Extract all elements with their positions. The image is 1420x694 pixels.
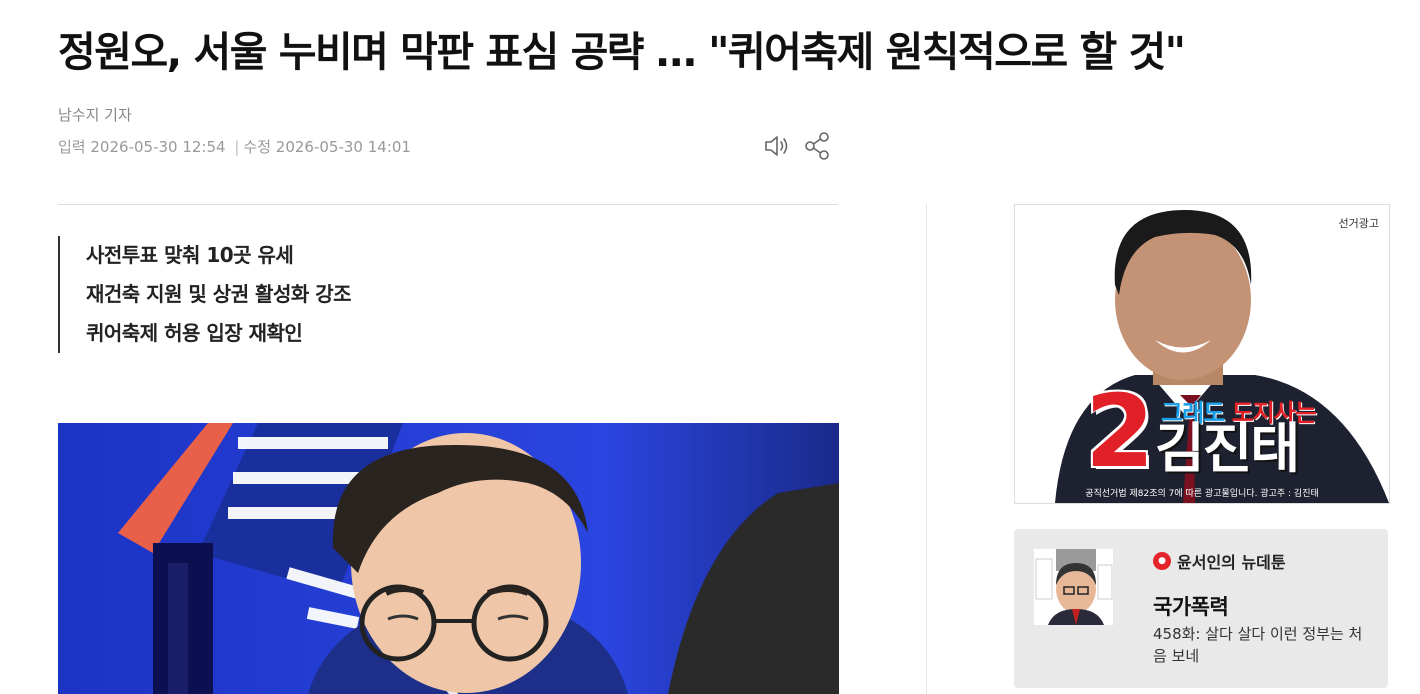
article-subheadings: 사전투표 맞춰 10곳 유세 재건축 지원 및 상권 활성화 강조 퀴어축제 허…: [58, 236, 352, 353]
article-photo[interactable]: [58, 423, 839, 694]
update-label: 수정: [243, 138, 272, 156]
article-tools: [762, 130, 834, 162]
webtoon-brand[interactable]: ● 윤서인의 뉴데툰: [1153, 549, 1286, 573]
candidate-name: 김진태: [1155, 417, 1300, 480]
subheading-item: 재건축 지원 및 상권 활성화 강조: [86, 282, 352, 306]
photo-illustration: [58, 423, 839, 694]
ad-label: 선거광고: [1338, 217, 1379, 230]
speaker-icon: [765, 136, 788, 156]
share-icon: [805, 132, 829, 160]
article-dates: 입력 2026-05-30 12:54 | 수정 2026-05-30 14:01: [58, 136, 411, 157]
webtoon-title[interactable]: 국가폭력: [1153, 591, 1229, 621]
reporter-byline[interactable]: 남수지 기자: [58, 104, 132, 125]
webtoon-card[interactable]: ● 윤서인의 뉴데툰 국가폭력 458화: 살다 살다 이런 정부는 처음 보네: [1014, 529, 1388, 688]
subheading-item: 사전투표 맞춰 10곳 유세: [86, 243, 294, 267]
webtoon-logo-icon: ●: [1153, 552, 1171, 570]
webtoon-thumbnail-art: [1034, 549, 1113, 625]
share-button[interactable]: [802, 130, 834, 162]
webtoon-brand-label: 윤서인의 뉴데툰: [1177, 553, 1286, 572]
header-divider: [58, 204, 838, 205]
date-separator: |: [234, 138, 240, 156]
webtoon-thumbnail[interactable]: [1034, 549, 1113, 625]
update-date: 2026-05-30 14:01: [275, 138, 411, 156]
ad-footer: 공직선거법 제82조의 7에 따른 광고물입니다. 광고주 : 김진태: [1085, 489, 1319, 499]
election-ad-banner[interactable]: 선거광고 2 그래도 도지사는 김진태 공직선거법 제82조의 7에 따른 광고…: [1014, 204, 1390, 504]
column-divider: [926, 204, 927, 694]
input-date: 2026-05-30 12:54: [90, 138, 226, 156]
input-label: 입력: [58, 138, 86, 156]
webtoon-description[interactable]: 458화: 살다 살다 이런 정부는 처음 보네: [1153, 623, 1373, 667]
subheading-item: 퀴어축제 허용 입장 재확인: [86, 321, 303, 345]
tts-button[interactable]: [762, 130, 794, 162]
candidate-number: 2: [1085, 373, 1155, 490]
article-headline: 정원오, 서울 누비며 막판 표심 공략 … "퀴어축제 원칙적으로 할 것": [58, 28, 1186, 76]
